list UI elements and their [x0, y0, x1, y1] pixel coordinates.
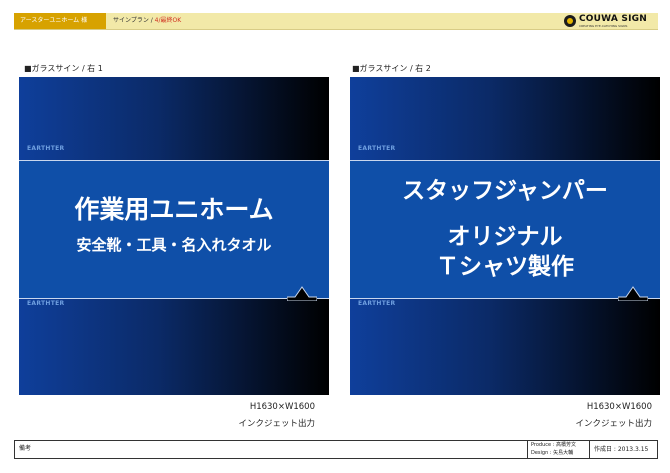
header-bar: アースターユニホーム 様 サインプラン / 4/最終OK COUWA SIGN … — [14, 13, 658, 30]
remarks-label: 備考 — [19, 445, 32, 452]
spec-method-right-2: インクジェット出力 — [575, 419, 652, 429]
sign-band — [19, 160, 329, 299]
client-name: アースターユニホーム 様 — [14, 13, 106, 29]
plan-title: サインプラン / 4/最終OK — [113, 13, 181, 29]
sign-subline: 安全靴・工具・名入れタオル — [76, 236, 272, 254]
sign-headline: 作業用ユニホーム — [74, 195, 274, 224]
sign-third-line: Ｔシャツ製作 — [436, 254, 574, 280]
spec-size-right-2: H1630×W1600 — [586, 402, 652, 412]
panel-label-right-1: ■ガラスサイン / 右 1 — [24, 64, 103, 73]
plan-prefix: サインプラン / — [113, 17, 155, 24]
spec-method-right-1: インクジェット出力 — [238, 419, 315, 429]
panel-label-right-2: ■ガラスサイン / 右 2 — [352, 64, 431, 73]
footer-info-bar: 備考 Produce : 高橋芳文 Design : 矢島大輔 作成日 : 20… — [14, 440, 658, 459]
credits: Produce : 高橋芳文 Design : 矢島大輔 — [527, 441, 589, 458]
produce-credit: Produce : 高橋芳文 — [531, 442, 576, 448]
sign-preview-right-1: EARTHTER EARTHTER 作業用ユニホーム 安全靴・工具・名入れタオル — [19, 77, 329, 395]
logo-icon — [564, 15, 576, 27]
notch-shape — [618, 286, 648, 301]
plan-status: 4/最終OK — [154, 17, 182, 24]
spec-size-right-1: H1630×W1600 — [249, 402, 315, 412]
sign-headline: スタッフジャンパー — [402, 178, 608, 204]
logo-text: COUWA SIGN — [579, 14, 647, 24]
company-logo: COUWA SIGN CREATING EYE-CATCHING SIGNS — [564, 14, 654, 28]
brand-mark-bottom: EARTHTER — [27, 300, 65, 307]
logo-subtitle: CREATING EYE-CATCHING SIGNS — [579, 24, 628, 28]
brand-mark-bottom: EARTHTER — [358, 300, 396, 307]
sign-preview-right-2: EARTHTER EARTHTER スタッフジャンパー オリジナル Ｔシャツ製作 — [350, 77, 660, 395]
design-credit: Design : 矢島大輔 — [531, 450, 574, 456]
brand-mark-top: EARTHTER — [358, 145, 396, 152]
notch-shape — [287, 286, 317, 301]
brand-mark-top: EARTHTER — [27, 145, 65, 152]
sign-subline: オリジナル — [447, 224, 563, 250]
creation-date: 作成日 : 2013.3.15 — [589, 441, 657, 458]
